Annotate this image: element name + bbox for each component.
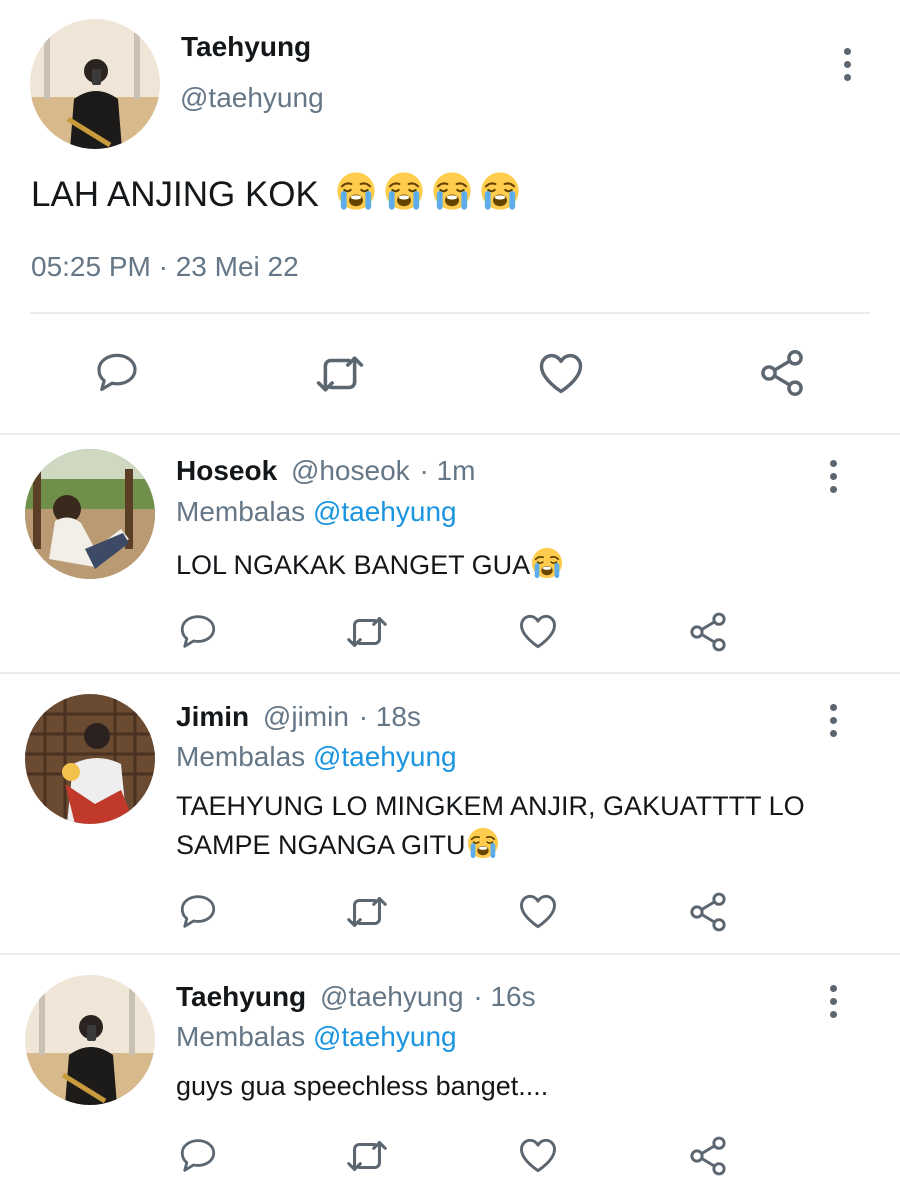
reply-icon[interactable]: [177, 611, 219, 653]
avatar[interactable]: [30, 19, 160, 149]
replying-to: Membalas @taehyung: [176, 741, 457, 773]
replying-to-handle[interactable]: @taehyung: [313, 496, 457, 527]
replying-to-handle[interactable]: @taehyung: [313, 741, 457, 772]
more-options-icon[interactable]: [828, 704, 838, 743]
author-name[interactable]: Taehyung: [176, 981, 306, 1012]
replying-to: Membalas @taehyung: [176, 496, 457, 528]
like-icon[interactable]: [516, 889, 560, 933]
reply-icon[interactable]: [93, 349, 141, 397]
loudly-crying-face-emoji: [335, 170, 377, 212]
section-divider: [0, 953, 900, 955]
like-icon[interactable]: [516, 609, 560, 653]
like-icon[interactable]: [535, 347, 587, 399]
avatar-photo-icon: [25, 694, 155, 824]
author-handle[interactable]: @taehyung: [180, 82, 324, 114]
tweet-text-line: LAH ANJING KOK: [31, 170, 521, 215]
loudly-crying-face-emoji: [466, 826, 500, 860]
replying-to-label: Membalas: [176, 741, 306, 772]
tweet-text: LAH ANJING KOK: [31, 175, 319, 214]
emoji-group: [335, 175, 521, 214]
loudly-crying-face-emoji: [383, 170, 425, 212]
author-handle[interactable]: @jimin: [263, 701, 349, 732]
share-icon[interactable]: [686, 1134, 730, 1178]
share-icon[interactable]: [756, 347, 808, 399]
retweet-icon[interactable]: [344, 1133, 390, 1179]
retweet-icon[interactable]: [344, 889, 390, 935]
avatar[interactable]: [25, 694, 155, 824]
reply-time: · 18s: [358, 701, 421, 732]
section-divider: [0, 433, 900, 435]
like-icon[interactable]: [516, 1133, 560, 1177]
reply-text-line: LOL NGAKAK BANGET GUA: [176, 546, 564, 581]
replying-to-handle[interactable]: @taehyung: [313, 1021, 457, 1052]
reply-text-line-1: TAEHYUNG LO MINGKEM ANJIR, GAKUATTTT LO: [176, 791, 805, 821]
author-name[interactable]: Jimin: [176, 701, 249, 732]
more-options-icon[interactable]: [842, 48, 852, 87]
avatar-photo-icon: [30, 19, 160, 149]
divider: [30, 312, 870, 314]
reply-text: guys gua speechless banget....: [176, 1071, 549, 1101]
avatar[interactable]: [25, 449, 155, 579]
loudly-crying-face-emoji: [479, 170, 521, 212]
reply-icon[interactable]: [177, 891, 219, 933]
share-icon[interactable]: [686, 610, 730, 654]
reply-text: SAMPE NGANGA GITU: [176, 830, 466, 860]
reply-header: Taehyung @taehyung · 16s: [176, 981, 536, 1013]
share-icon[interactable]: [686, 890, 730, 934]
avatar-photo-icon: [25, 975, 155, 1105]
reply-icon[interactable]: [177, 1135, 219, 1177]
reply-header: Jimin @jimin · 18s: [176, 701, 421, 733]
author-handle[interactable]: @taehyung: [320, 981, 464, 1012]
more-options-icon[interactable]: [828, 460, 838, 499]
avatar[interactable]: [25, 975, 155, 1105]
loudly-crying-face-emoji: [530, 546, 564, 580]
retweet-icon[interactable]: [313, 347, 367, 401]
avatar-photo-icon: [25, 449, 155, 579]
author-handle[interactable]: @hoseok: [291, 455, 410, 486]
reply-text: LOL NGAKAK BANGET GUA: [176, 550, 531, 580]
replying-to-label: Membalas: [176, 1021, 306, 1052]
author-name[interactable]: Taehyung: [181, 31, 311, 63]
tweet-timestamp: 05:25 PM · 23 Mei 22: [31, 251, 299, 282]
retweet-icon[interactable]: [344, 609, 390, 655]
reply-time: · 16s: [473, 981, 536, 1012]
reply-time: · 1m: [419, 455, 476, 486]
section-divider: [0, 672, 900, 674]
replying-to: Membalas @taehyung: [176, 1021, 457, 1053]
author-name[interactable]: Hoseok: [176, 455, 277, 486]
reply-header: Hoseok @hoseok · 1m: [176, 455, 475, 487]
reply-text-line-2: SAMPE NGANGA GITU: [176, 826, 500, 861]
replying-to-label: Membalas: [176, 496, 306, 527]
loudly-crying-face-emoji: [431, 170, 473, 212]
more-options-icon[interactable]: [828, 985, 838, 1024]
